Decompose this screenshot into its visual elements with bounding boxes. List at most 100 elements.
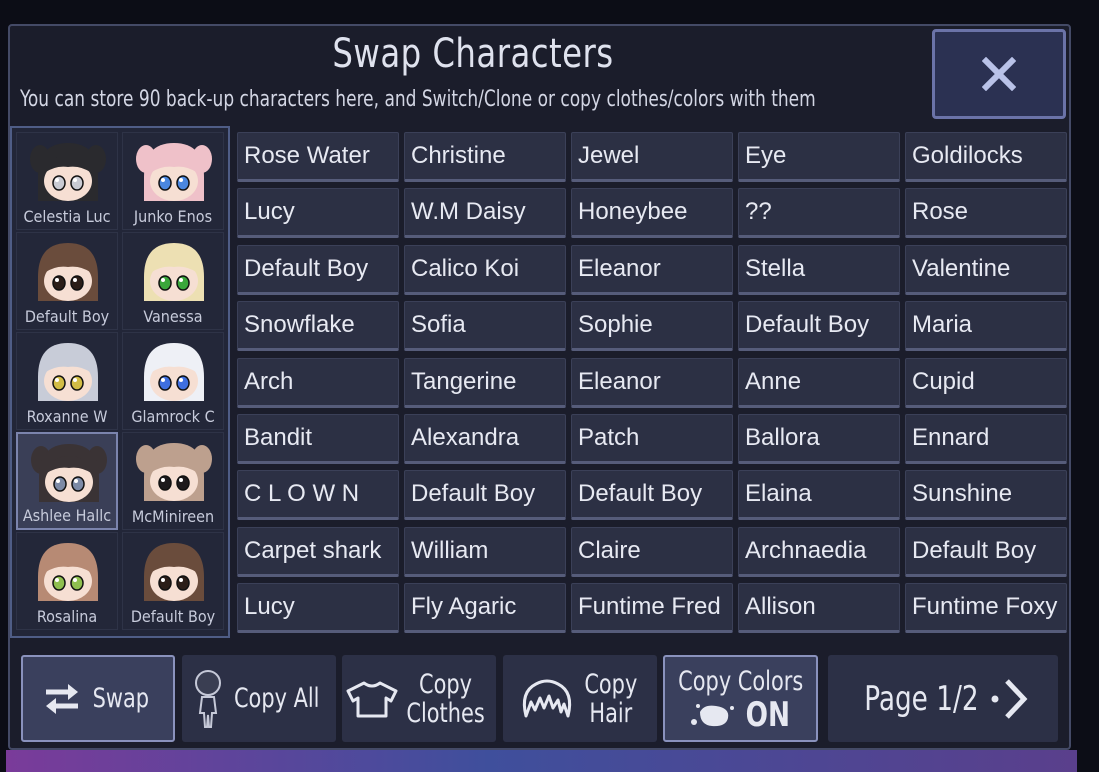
copy-clothes-button[interactable]: Copy Clothes bbox=[342, 655, 496, 742]
character-name-button[interactable]: Alexandra bbox=[404, 414, 566, 464]
character-name-button[interactable]: Maria bbox=[905, 301, 1067, 352]
character-slot[interactable]: Vanessa bbox=[122, 232, 224, 330]
copy-colors-label: Copy Colors bbox=[677, 665, 804, 697]
character-slot[interactable]: Rosalina bbox=[16, 532, 118, 630]
character-portrait bbox=[144, 343, 204, 401]
character-name-button[interactable]: Patch bbox=[571, 414, 733, 464]
character-name-button[interactable]: Default Boy bbox=[571, 470, 733, 521]
character-name-button[interactable]: Goldilocks bbox=[905, 132, 1067, 182]
character-slot-label: Roxanne W bbox=[26, 407, 108, 426]
character-portrait bbox=[38, 243, 98, 301]
character-name-button[interactable]: C L O W N bbox=[237, 470, 399, 521]
character-portrait bbox=[136, 143, 212, 201]
character-name-button[interactable]: Snowflake bbox=[237, 301, 399, 352]
chevron-right-icon bbox=[989, 676, 1031, 722]
character-slot[interactable]: Ashlee Hallc bbox=[16, 432, 118, 530]
character-name-button[interactable]: Cupid bbox=[905, 357, 1067, 408]
swap-button[interactable]: Swap bbox=[21, 655, 175, 742]
character-name-button[interactable]: Calico Koi bbox=[404, 244, 566, 295]
character-slot[interactable]: Celestia Luc bbox=[16, 132, 118, 230]
copy-hair-label-line2: Hair bbox=[589, 697, 633, 729]
character-name-button[interactable]: Eye bbox=[738, 132, 900, 182]
character-name-button[interactable]: Archnaedia bbox=[738, 526, 900, 577]
character-name-button[interactable]: Claire bbox=[571, 526, 733, 577]
character-name-button[interactable]: Eleanor bbox=[571, 244, 733, 295]
character-name-button[interactable]: Tangerine bbox=[404, 357, 566, 408]
character-slot-label: Default Boy bbox=[130, 607, 216, 626]
character-slot-label: Ashlee Hallc bbox=[22, 506, 112, 525]
shirt-icon bbox=[346, 679, 398, 719]
character-slot-label: Glamrock C bbox=[131, 407, 215, 426]
character-name-button[interactable]: Valentine bbox=[905, 244, 1067, 295]
character-name-button[interactable]: Rose Water bbox=[237, 132, 399, 182]
character-name-button[interactable]: Lucy bbox=[237, 583, 399, 634]
character-name-button[interactable]: Lucy bbox=[237, 188, 399, 239]
character-name-button[interactable]: Rose bbox=[905, 188, 1067, 239]
character-portrait bbox=[144, 243, 204, 301]
character-slot[interactable]: Default Boy bbox=[122, 532, 224, 630]
character-name-button[interactable]: Honeybee bbox=[571, 188, 733, 239]
character-name-button[interactable]: Default Boy bbox=[404, 470, 566, 521]
character-name-button[interactable]: W.M Daisy bbox=[404, 188, 566, 239]
character-name-button[interactable]: Eleanor bbox=[571, 357, 733, 408]
paint-splat-icon bbox=[688, 700, 736, 730]
panel-title: Swap Characters bbox=[332, 31, 614, 77]
character-portrait bbox=[136, 443, 212, 501]
character-slot-label: Celestia Luc bbox=[23, 207, 111, 226]
next-page-button[interactable]: Page 1/2 bbox=[828, 655, 1058, 742]
copy-all-label: Copy All bbox=[234, 682, 320, 714]
character-name-button[interactable]: Fly Agaric bbox=[404, 583, 566, 634]
copy-hair-label-line1: Copy bbox=[584, 668, 638, 700]
character-name-button[interactable]: Sofia bbox=[404, 301, 566, 352]
character-name-button[interactable]: Bandit bbox=[237, 414, 399, 464]
character-name-button[interactable]: Stella bbox=[738, 244, 900, 295]
character-name-button[interactable]: Sunshine bbox=[905, 470, 1067, 521]
character-slot-label: Default Boy bbox=[24, 307, 110, 326]
character-slot[interactable]: Junko Enos bbox=[122, 132, 224, 230]
copy-colors-toggle[interactable]: Copy Colors ON bbox=[663, 655, 818, 742]
character-name-button[interactable]: Sophie bbox=[571, 301, 733, 352]
character-name-button[interactable]: Default Boy bbox=[905, 526, 1067, 577]
character-name-button[interactable]: Default Boy bbox=[738, 301, 900, 352]
body-silhouette-icon bbox=[191, 669, 225, 729]
close-button[interactable] bbox=[932, 29, 1066, 119]
copy-clothes-label-line1: Copy bbox=[419, 668, 473, 700]
character-slot-label: Junko Enos bbox=[133, 207, 213, 226]
character-name-button[interactable]: ?? bbox=[738, 188, 900, 239]
copy-all-button[interactable]: Copy All bbox=[182, 655, 336, 742]
copy-clothes-label-line2: Clothes bbox=[406, 697, 486, 729]
close-icon bbox=[981, 56, 1017, 92]
character-name-button[interactable]: Elaina bbox=[738, 470, 900, 521]
copy-hair-button[interactable]: Copy Hair bbox=[503, 655, 657, 742]
swap-arrows-icon bbox=[42, 679, 82, 719]
character-name-button[interactable]: William bbox=[404, 526, 566, 577]
character-name-button[interactable]: Default Boy bbox=[237, 244, 399, 295]
character-portrait bbox=[38, 543, 98, 601]
character-name-button[interactable]: Funtime Foxy bbox=[905, 583, 1067, 634]
character-name-button[interactable]: Allison bbox=[738, 583, 900, 634]
character-name-button[interactable]: Christine bbox=[404, 132, 566, 182]
bottom-glow-bar bbox=[6, 750, 1077, 772]
panel-subtitle: You can store 90 back-up characters here… bbox=[20, 87, 816, 112]
swap-label: Swap bbox=[92, 682, 150, 714]
character-name-button[interactable]: Anne bbox=[738, 357, 900, 408]
copy-colors-state: ON bbox=[745, 694, 790, 735]
character-slot[interactable]: Roxanne W bbox=[16, 332, 118, 430]
character-slot-list: Celestia Luc Junko Enos Default Boy Vanessa… bbox=[10, 126, 230, 638]
character-name-button[interactable]: Carpet shark bbox=[237, 526, 399, 577]
character-portrait bbox=[38, 343, 98, 401]
character-slot[interactable]: Default Boy bbox=[16, 232, 118, 330]
character-slot[interactable]: Glamrock C bbox=[122, 332, 224, 430]
page-indicator: Page 1/2 bbox=[863, 678, 979, 719]
character-slot[interactable]: McMinireen bbox=[122, 432, 224, 530]
hair-icon bbox=[518, 676, 576, 722]
character-portrait bbox=[30, 143, 106, 201]
character-name-button[interactable]: Ballora bbox=[738, 414, 900, 464]
character-portrait bbox=[31, 444, 107, 502]
character-portrait bbox=[144, 543, 204, 601]
character-name-button[interactable]: Jewel bbox=[571, 132, 733, 182]
character-slot-label: Vanessa bbox=[143, 307, 203, 326]
character-name-button[interactable]: Arch bbox=[237, 357, 399, 408]
character-name-button[interactable]: Ennard bbox=[905, 414, 1067, 464]
character-name-button[interactable]: Funtime Fred bbox=[571, 583, 733, 634]
